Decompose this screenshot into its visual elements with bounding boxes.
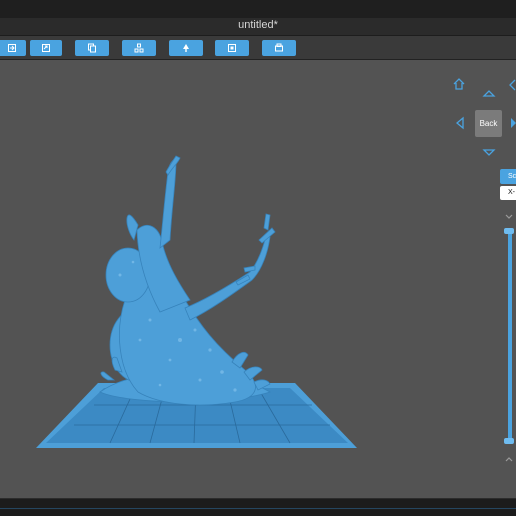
mode-tab[interactable]: Sc <box>500 169 516 184</box>
print-icon <box>275 43 283 52</box>
status-divider <box>0 508 516 509</box>
import-button[interactable] <box>0 40 26 56</box>
support-icon <box>183 44 189 52</box>
layer-slider-bottom-handle[interactable] <box>504 438 514 444</box>
axis-field[interactable]: X- <box>500 186 516 200</box>
layer-slider[interactable] <box>508 231 512 441</box>
chevron-up-icon[interactable] <box>504 455 514 463</box>
print-button[interactable] <box>262 40 296 56</box>
top-view-icon[interactable] <box>482 88 496 98</box>
import-icon <box>8 44 16 52</box>
hollow-button[interactable] <box>215 40 249 56</box>
left-view-icon[interactable] <box>452 116 466 130</box>
model-scene <box>36 155 357 448</box>
hollow-icon <box>228 44 236 52</box>
export-button[interactable] <box>30 40 62 56</box>
home-view-icon[interactable] <box>452 77 466 91</box>
copy-button[interactable] <box>75 40 109 56</box>
layer-slider-top-handle[interactable] <box>504 228 514 234</box>
title-bar: untitled* <box>0 0 516 36</box>
support-button[interactable] <box>169 40 203 56</box>
copy-icon <box>88 43 96 53</box>
chevron-down-icon[interactable] <box>504 213 514 221</box>
back-view-button[interactable]: Back <box>475 110 502 137</box>
status-bar <box>0 498 516 516</box>
rotate-view-icon[interactable] <box>508 78 516 92</box>
layout-icon <box>134 43 144 53</box>
layout-button[interactable] <box>122 40 156 56</box>
toolbar <box>0 36 516 60</box>
window-title: untitled* <box>238 19 278 31</box>
window-chrome <box>0 0 516 18</box>
export-icon <box>42 44 50 52</box>
3d-viewport[interactable]: Back Sc X- <box>0 60 516 498</box>
3d-model <box>99 155 276 406</box>
right-view-icon[interactable] <box>510 116 516 130</box>
bottom-view-icon[interactable] <box>482 148 496 158</box>
